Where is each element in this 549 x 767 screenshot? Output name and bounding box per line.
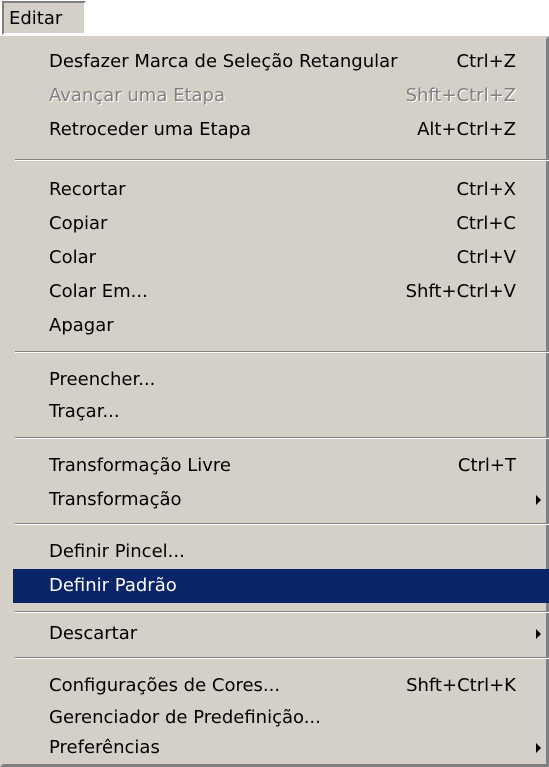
menu-item-label: Avançar uma Etapa xyxy=(49,85,226,106)
menubar-editar[interactable]: Editar xyxy=(2,1,86,35)
menu-item-recortar[interactable]: Recortar Ctrl+X xyxy=(13,173,549,207)
menu-item-label: Desfazer Marca de Seleção Retangular xyxy=(49,51,398,72)
menu-item-label: Configurações de Cores... xyxy=(49,675,281,696)
menu-item-label: Retroceder uma Etapa xyxy=(49,119,252,140)
menu-separator xyxy=(15,523,549,525)
menu-item-label: Definir Pincel... xyxy=(49,541,185,562)
menu-item-shortcut: Ctrl+C xyxy=(456,213,516,234)
menu-item-label: Copiar xyxy=(49,213,108,234)
menu-item-label: Transformação xyxy=(49,489,182,510)
menu-item-label: Apagar xyxy=(49,315,114,336)
menu-item-desfazer[interactable]: Desfazer Marca de Seleção Retangular Ctr… xyxy=(13,45,549,79)
menu-item-label: Colar xyxy=(49,247,97,268)
menu-item-avancar: Avançar uma Etapa Shft+Ctrl+Z xyxy=(13,79,549,113)
menu-item-label: Preencher... xyxy=(49,369,156,390)
menu-separator xyxy=(15,159,549,161)
menu-item-label: Preferências xyxy=(49,737,160,758)
menu-item-transformacao-livre[interactable]: Transformação Livre Ctrl+T xyxy=(13,449,549,483)
menu-item-label: Colar Em... xyxy=(49,281,148,302)
menu-item-copiar[interactable]: Copiar Ctrl+C xyxy=(13,207,549,241)
menu-item-gerenciador[interactable]: Gerenciador de Predefinição... xyxy=(13,701,549,735)
menu-item-shortcut: Ctrl+T xyxy=(457,455,516,476)
menu-item-colar[interactable]: Colar Ctrl+V xyxy=(13,241,549,275)
menu-item-tracar[interactable]: Traçar... xyxy=(13,395,549,429)
menu-separator xyxy=(15,657,549,659)
submenu-arrow-icon xyxy=(536,495,541,505)
menu-item-configuracoes-cores[interactable]: Configurações de Cores... Shft+Ctrl+K xyxy=(13,669,549,703)
menu-separator xyxy=(15,611,549,613)
menu-item-label: Recortar xyxy=(49,179,126,200)
menu-item-label: Definir Padrão xyxy=(49,575,177,596)
menu-item-shortcut: Ctrl+X xyxy=(456,179,516,200)
menu-item-preencher[interactable]: Preencher... xyxy=(13,363,549,397)
menu-item-definir-padrao[interactable]: Definir Padrão xyxy=(13,569,549,603)
menu-item-shortcut: Shft+Ctrl+V xyxy=(405,281,516,302)
menu-item-descartar[interactable]: Descartar xyxy=(13,617,549,651)
menu-item-preferencias[interactable]: Preferências xyxy=(13,731,549,765)
menu-item-label: Descartar xyxy=(49,623,138,644)
submenu-arrow-icon xyxy=(536,629,541,639)
menu-item-label: Gerenciador de Predefinição... xyxy=(49,707,321,728)
menu-item-shortcut: Alt+Ctrl+Z xyxy=(417,119,516,140)
menu-item-label: Traçar... xyxy=(49,401,120,422)
menu-item-apagar[interactable]: Apagar xyxy=(13,309,549,343)
menu-item-shortcut: Ctrl+V xyxy=(456,247,516,268)
menu-item-colar-em[interactable]: Colar Em... Shft+Ctrl+V xyxy=(13,275,549,309)
edit-menu: Desfazer Marca de Seleção Retangular Ctr… xyxy=(0,36,549,767)
menu-item-shortcut: Shft+Ctrl+K xyxy=(406,675,516,696)
menu-item-label: Transformação Livre xyxy=(49,455,231,476)
submenu-arrow-icon xyxy=(536,743,541,753)
menu-separator xyxy=(15,437,549,439)
menu-item-transformacao[interactable]: Transformação xyxy=(13,483,549,517)
menu-item-definir-pincel[interactable]: Definir Pincel... xyxy=(13,535,549,569)
menu-item-retroceder[interactable]: Retroceder uma Etapa Alt+Ctrl+Z xyxy=(13,113,549,147)
menu-separator xyxy=(15,351,549,353)
menu-item-shortcut: Ctrl+Z xyxy=(456,51,516,72)
menu-item-shortcut: Shft+Ctrl+Z xyxy=(405,85,516,106)
